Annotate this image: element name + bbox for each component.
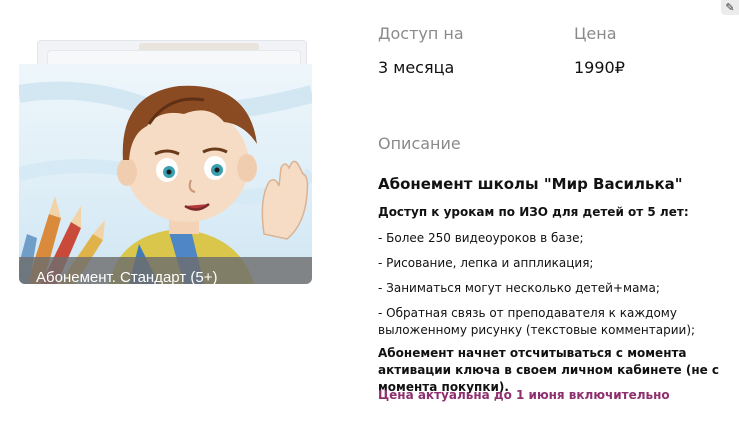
description-item: - Рисование, лепка и аппликация;	[378, 256, 594, 270]
description-title: Абонемент школы "Мир Василька"	[378, 175, 683, 193]
description-intro: Доступ к урокам по ИЗО для детей от 5 ле…	[378, 205, 689, 219]
price-value: 1990₽	[574, 58, 625, 77]
product-caption: Абонемент. Стандарт (5+)	[36, 269, 218, 284]
edit-corner-button[interactable]: ✎	[721, 0, 739, 15]
boy-illustration	[19, 81, 312, 284]
pencil-icon: ✎	[725, 1, 735, 14]
description-item: - Заниматься могут несколько детей+мама;	[378, 281, 660, 295]
access-label: Доступ на	[378, 24, 464, 43]
access-value: 3 месяца	[378, 58, 455, 77]
product-card[interactable]: Абонемент. Стандарт (5+)	[19, 30, 312, 284]
description-label: Описание	[378, 134, 461, 153]
description-item: - Более 250 видеоуроков в базе;	[378, 231, 584, 245]
product-illustration: Абонемент. Стандарт (5+)	[19, 64, 312, 284]
price-validity-note: Цена актуальна до 1 июня включительно	[378, 388, 670, 402]
card-caption-bar: Абонемент. Стандарт (5+)	[19, 257, 312, 284]
description-item: - Обратная связь от преподавателя к кажд…	[378, 306, 696, 337]
price-label: Цена	[574, 24, 617, 43]
